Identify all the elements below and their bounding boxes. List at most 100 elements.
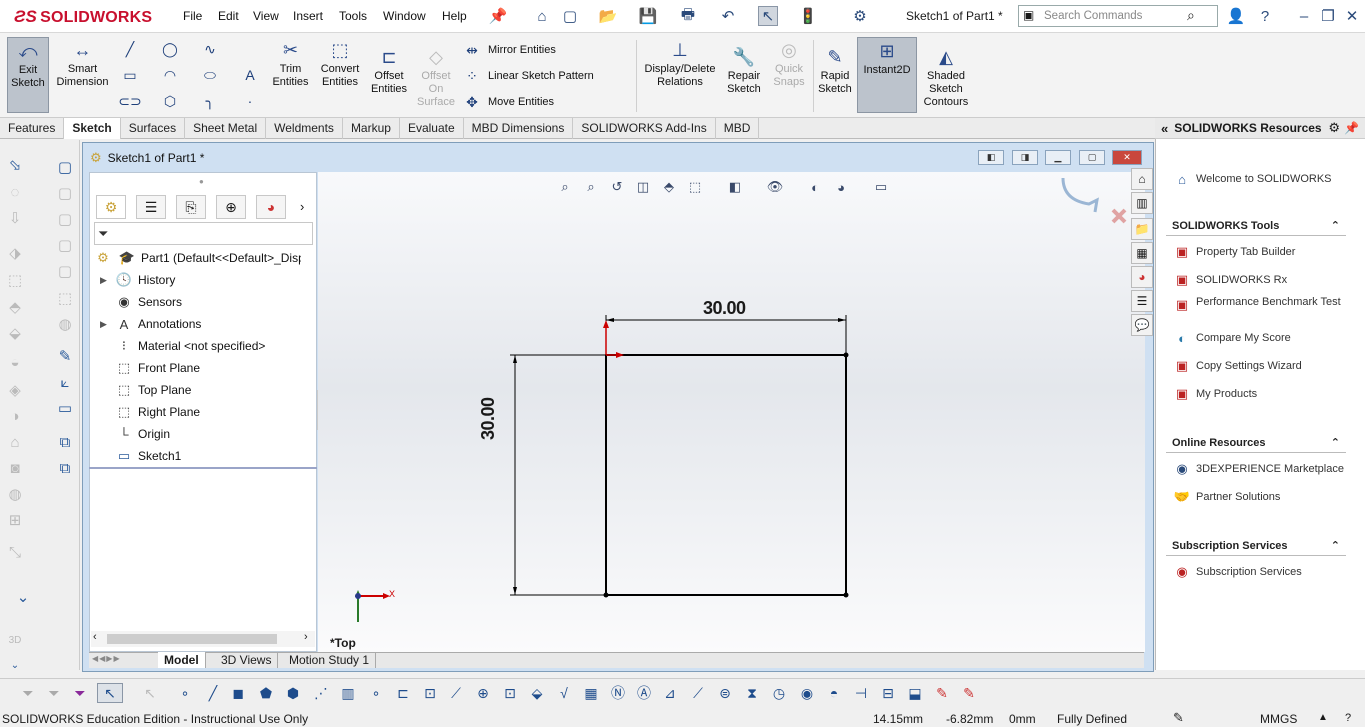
tab-motion-study-1[interactable]: Motion Study 1	[283, 652, 377, 668]
tab-sketch[interactable]: Sketch	[64, 117, 121, 139]
text-icon[interactable]: A	[242, 67, 258, 83]
spline-icon[interactable]: ∿	[202, 41, 218, 57]
pane-grip[interactable]: ●	[199, 177, 204, 186]
exit-sketch-corner-icon[interactable]	[1061, 177, 1099, 213]
filter-edit-icon[interactable]: ✎	[959, 683, 979, 703]
filter-notes-icon[interactable]: ⬙	[527, 683, 547, 703]
filter-center-marks-icon[interactable]: ⟋	[446, 683, 466, 703]
filter-faces-icon[interactable]: ◼	[228, 683, 248, 703]
swept-icon[interactable]: ▢	[55, 183, 75, 203]
link-my-products[interactable]: ▣ My Products	[1172, 385, 1257, 403]
offset-entities-button[interactable]: ⊏ Offset Entities	[367, 44, 411, 96]
task-tab-view-palette[interactable]: ▦	[1131, 242, 1153, 264]
dimension-vertical-value[interactable]: 30.00	[478, 397, 499, 440]
filter-dimensions-icon[interactable]: ⊡	[500, 683, 520, 703]
repair-sketch-button[interactable]: 🔧 Repair Sketch	[722, 44, 766, 96]
clear-filters-icon[interactable]: ⏷	[70, 683, 90, 703]
chevron-up-icon[interactable]: ⌃	[1331, 539, 1340, 552]
minimize-icon[interactable]: –	[1294, 6, 1314, 26]
menu-tools[interactable]: Tools	[339, 9, 367, 23]
tab-feature-manager[interactable]: ⚙	[96, 195, 126, 219]
sketch-endpoint[interactable]	[843, 592, 849, 598]
filter-cosmetic-thread-icon[interactable]: ⊜	[715, 683, 735, 703]
filter-sketch-segments-icon[interactable]: ⊏	[393, 683, 413, 703]
filter-balloons-icon[interactable]: Ⓝ	[608, 683, 628, 703]
menu-file[interactable]: File	[183, 9, 202, 23]
filter-midpoints-icon[interactable]: ⊡	[420, 683, 440, 703]
linear-sketch-pattern-button[interactable]: ⁘ Linear Sketch Pattern	[464, 68, 594, 84]
copy-icon[interactable]: ⧉	[55, 432, 75, 452]
print-icon[interactable]: 🖶	[678, 6, 698, 26]
restore-icon[interactable]: ❐	[1318, 6, 1338, 26]
tab-model[interactable]: Model	[158, 652, 206, 668]
tree-item-sensors[interactable]: ◉ Sensors	[100, 291, 182, 313]
task-tab-forum[interactable]: 💬	[1131, 314, 1153, 336]
shell-icon[interactable]: ⬚	[5, 270, 25, 290]
edit-sketch-icon[interactable]: ✎	[55, 346, 75, 366]
filter-connection-points-icon[interactable]: ◉	[797, 683, 817, 703]
polygon-icon[interactable]: ⬡	[162, 93, 178, 109]
rollback-bar[interactable]	[89, 467, 317, 469]
expand-arrow-icon[interactable]: ▶	[100, 319, 114, 330]
home-icon[interactable]: ⌂	[532, 6, 552, 26]
rebuild-status-icon[interactable]: ✎	[1173, 710, 1184, 726]
chamfer-icon[interactable]: ▢	[55, 235, 75, 255]
tab-features[interactable]: Features	[0, 117, 65, 139]
dome-icon[interactable]: ◒	[5, 352, 25, 372]
filter-pin-icon[interactable]: ◷	[769, 683, 789, 703]
task-pane-options-icon[interactable]: ⚙	[1328, 120, 1340, 136]
link-partner-solutions[interactable]: 🤝 Partner Solutions	[1172, 488, 1280, 506]
paste-icon[interactable]: ⧉	[55, 458, 75, 478]
filter-sketch-points-icon[interactable]: ∘	[366, 683, 386, 703]
tree-item-annotations[interactable]: ▶ A Annotations	[100, 313, 201, 335]
filter-surface-finish-icon[interactable]: √	[554, 683, 574, 703]
new-document-icon[interactable]: ▢	[560, 6, 580, 26]
mirror-icon[interactable]: ⬙	[5, 323, 25, 343]
pin-icon[interactable]: 📌	[488, 6, 508, 26]
tab-display-manager[interactable]: ◕	[256, 195, 286, 219]
fillet-icon[interactable]: ▢	[55, 209, 75, 229]
exit-sketch-button[interactable]: ⤺ Exit Sketch	[7, 37, 49, 113]
tab-3d-views[interactable]: 3D Views	[215, 652, 279, 668]
open-icon[interactable]: 📂	[598, 6, 618, 26]
reference-icon[interactable]: ⌂	[5, 432, 25, 452]
task-tab-design-library[interactable]: ▥	[1131, 192, 1153, 214]
ellipse-icon[interactable]: ⬭	[202, 67, 218, 83]
scroll-right-icon[interactable]: ›	[304, 631, 308, 643]
rebuild-icon[interactable]: 🚦	[798, 6, 818, 26]
filter-input[interactable]: ⏷	[94, 222, 313, 245]
horizontal-scrollbar[interactable]: ‹ ›	[91, 631, 315, 647]
filter-datum-icon[interactable]: Ⓐ	[634, 683, 654, 703]
expand-arrow-icon[interactable]: ▶	[100, 275, 114, 286]
user-icon[interactable]: 👤	[1226, 6, 1246, 26]
tab-markup[interactable]: Markup	[343, 117, 400, 139]
confirmation-corner[interactable]	[1061, 177, 1127, 224]
tree-item-sketch1[interactable]: ▭ Sketch1	[100, 445, 182, 467]
filter-solids-icon[interactable]: ⬢	[283, 683, 303, 703]
filter-hide-show-icon[interactable]: ⬓	[905, 683, 925, 703]
window-close-button[interactable]: ✕	[1112, 150, 1142, 165]
tree-item-material[interactable]: ⁝ Material <not specified>	[100, 335, 265, 357]
tab-evaluate[interactable]: Evaluate	[400, 117, 464, 139]
wrap-icon[interactable]: ◈	[5, 380, 25, 400]
task-tab-appearances[interactable]: ◕	[1131, 266, 1153, 288]
tile-right-button[interactable]: ◨	[1012, 150, 1038, 165]
filter-surfaces-icon[interactable]: ⬟	[256, 683, 276, 703]
filter-datum-target-icon[interactable]: ⟋	[688, 683, 708, 703]
options-gear-icon[interactable]: ⚙	[850, 6, 870, 26]
shaded-sketch-contours-button[interactable]: ◭ Shaded Sketch Contours	[920, 44, 972, 109]
chevron-right-icon[interactable]: ›	[300, 199, 304, 214]
status-help-icon[interactable]: ?	[1345, 712, 1351, 724]
link-compare-my-score[interactable]: ◐ Compare My Score	[1172, 329, 1291, 347]
link-property-tab-builder[interactable]: ▣ Property Tab Builder	[1172, 243, 1296, 261]
tree-item-history[interactable]: ▶ 🕓 History	[100, 269, 175, 291]
3d-sketch-icon[interactable]: 3D	[5, 630, 25, 650]
tree-item-right-plane[interactable]: ⬚ Right Plane	[100, 401, 200, 423]
dimension-horizontal-value[interactable]: 30.00	[703, 298, 746, 319]
point-icon[interactable]: ·	[242, 93, 258, 109]
tree-item-origin[interactable]: └ Origin	[100, 423, 170, 445]
help-icon[interactable]: ?	[1255, 6, 1275, 26]
filter-vertices-icon[interactable]: ∘	[175, 683, 195, 703]
sketch-square[interactable]	[605, 354, 847, 596]
section-solidworks-tools[interactable]: SOLIDWORKS Tools ⌃	[1166, 216, 1346, 236]
